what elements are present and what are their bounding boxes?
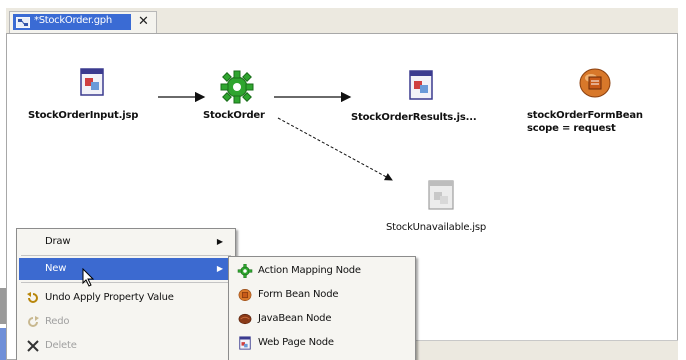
background-window-edge (0, 288, 6, 324)
jsp-page-icon[interactable] (409, 70, 433, 100)
node-label-stockorder[interactable]: StockOrder (203, 110, 265, 121)
node-label-formbean-name[interactable]: stockOrderFormBean (527, 110, 643, 121)
action-mapping-gear-icon (237, 264, 253, 278)
menu-item-undo-label: Undo Apply Property Value (45, 292, 174, 303)
menu-item-new[interactable]: New ▶ (19, 258, 233, 280)
web-page-icon (239, 336, 251, 350)
submenu-item-web-page-node[interactable]: Web Page Node (231, 331, 413, 355)
new-submenu: Action Mapping Node Form Bean Node JavaB… (228, 256, 416, 360)
form-bean-icon (238, 289, 252, 301)
editor-tab-stockorder[interactable]: *StockOrder.gph ✕ (9, 11, 157, 33)
background-window-edge-blue (0, 328, 6, 360)
submenu-item-label: Web Page Node (258, 337, 334, 348)
close-icon[interactable]: ✕ (138, 13, 149, 31)
tab-title: *StockOrder.gph (34, 15, 112, 26)
editor-bottom-strip (407, 340, 678, 360)
menu-separator (21, 282, 231, 283)
submenu-item-javabean-node[interactable]: JavaBean Node (231, 307, 413, 331)
jsp-page-disabled-icon[interactable] (428, 180, 454, 210)
menu-item-redo-label: Redo (45, 316, 70, 327)
submenu-arrow-icon: ▶ (216, 237, 223, 246)
submenu-item-label: Action Mapping Node (258, 265, 361, 276)
node-label-stockorderresults[interactable]: StockOrderResults.js... (351, 112, 477, 123)
delete-x-icon (27, 340, 39, 352)
context-menu: Draw ▶ New ▶ Undo Apply Property Value R… (16, 228, 236, 360)
action-mapping-gear-icon[interactable] (220, 70, 254, 104)
mouse-pointer-icon (82, 268, 95, 287)
form-bean-icon[interactable] (578, 66, 612, 100)
menu-separator (21, 255, 231, 256)
node-label-stockorderinput[interactable]: StockOrderInput.jsp (28, 110, 138, 121)
submenu-item-label: JavaBean Node (258, 313, 332, 324)
javabean-icon (238, 313, 252, 325)
submenu-item-form-bean-node[interactable]: Form Bean Node (231, 283, 413, 307)
menu-item-undo[interactable]: Undo Apply Property Value (19, 287, 233, 309)
menu-item-redo[interactable]: Redo (19, 311, 233, 333)
submenu-item-label: Form Bean Node (258, 289, 339, 300)
menu-item-draw[interactable]: Draw ▶ (19, 231, 233, 253)
editor-window: *StockOrder.gph ✕ StockOrderInput.jsp St… (0, 0, 686, 360)
menu-item-delete-label: Delete (45, 340, 77, 351)
node-label-formbean-scope[interactable]: scope = request (527, 123, 616, 134)
menu-item-draw-label: Draw (45, 236, 71, 247)
menu-item-new-label: New (45, 263, 67, 274)
menu-item-delete[interactable]: Delete (19, 335, 233, 357)
submenu-arrow-icon: ▶ (216, 264, 223, 273)
redo-icon (28, 316, 39, 327)
diagram-file-icon (16, 17, 30, 28)
node-label-stockunavailable[interactable]: StockUnavailable.jsp (386, 222, 486, 233)
submenu-item-action-mapping-node[interactable]: Action Mapping Node (231, 259, 413, 283)
jsp-page-icon[interactable] (80, 68, 104, 96)
undo-icon (27, 292, 38, 303)
